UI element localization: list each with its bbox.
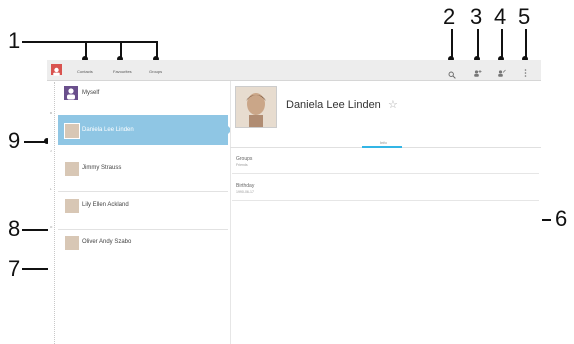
contact-row[interactable]: Oliver Andy Szabo xyxy=(58,228,228,264)
contact-avatar xyxy=(64,235,80,251)
index-letter-o: O xyxy=(50,225,53,229)
section-divider xyxy=(232,173,539,174)
tab-contacts[interactable]: Contacts xyxy=(77,69,93,74)
contacts-app-icon[interactable] xyxy=(51,64,62,76)
tab-indicator xyxy=(362,146,402,148)
contact-row-selected[interactable]: Daniela Lee Linden xyxy=(58,115,228,145)
favourite-star-icon[interactable]: ☆ xyxy=(388,98,398,111)
search-icon[interactable] xyxy=(448,66,456,79)
contact-row[interactable]: Jimmy Strauss xyxy=(58,152,228,188)
contact-detail-name: Daniela Lee Linden xyxy=(286,99,381,111)
index-letter-l: L xyxy=(50,187,52,191)
contact-name: Daniela Lee Linden xyxy=(82,127,134,133)
callout-number-4: 4 xyxy=(494,4,507,29)
callout-line-5 xyxy=(525,29,527,58)
index-letter-j: J xyxy=(50,149,52,153)
callout-number-1: 1 xyxy=(8,28,21,53)
callout-number-5: 5 xyxy=(518,4,531,29)
tab-favourites[interactable]: Favourites xyxy=(113,69,132,74)
contact-avatar xyxy=(64,123,80,139)
contact-name: Jimmy Strauss xyxy=(82,165,122,171)
callout-number-2: 2 xyxy=(443,4,456,29)
callout-number-7: 7 xyxy=(8,256,21,281)
contact-name: Oliver Andy Szabo xyxy=(82,239,132,245)
callout-line-3 xyxy=(477,29,479,58)
edit-contact-icon[interactable] xyxy=(497,65,506,77)
tab-groups[interactable]: Groups xyxy=(149,69,162,74)
birthday-value: 1990-06-17 xyxy=(236,190,254,194)
section-divider xyxy=(232,200,539,201)
contact-photo[interactable] xyxy=(235,86,277,128)
add-contact-icon[interactable] xyxy=(473,65,482,77)
callout-number-9: 9 xyxy=(8,128,21,153)
contact-name: Lily Ellen Ackland xyxy=(82,202,129,208)
groups-value: Friends xyxy=(236,163,248,167)
overflow-menu-icon[interactable] xyxy=(524,65,527,77)
contact-avatar xyxy=(64,198,80,214)
alphabet-index-strip[interactable] xyxy=(48,82,55,344)
contact-avatar xyxy=(64,161,80,177)
tab-info[interactable]: Info xyxy=(380,140,387,145)
callout-line-2 xyxy=(451,29,453,58)
callout-number-8: 8 xyxy=(8,216,21,241)
groups-label: Groups xyxy=(236,156,253,162)
index-letter-d: D xyxy=(50,111,53,115)
birthday-label: Birthday xyxy=(236,183,255,189)
action-bar: Contacts Favourites Groups xyxy=(47,60,541,81)
detail-tab-bar: Info xyxy=(230,135,541,148)
callout-line-1 xyxy=(22,41,157,43)
callout-line-9 xyxy=(24,141,46,143)
callout-number-3: 3 xyxy=(470,4,483,29)
callout-line-4 xyxy=(501,29,503,58)
contact-myself-row[interactable]: Myself xyxy=(58,80,228,110)
contact-row[interactable]: Lily Ellen Ackland xyxy=(58,192,228,228)
myself-label: Myself xyxy=(82,90,100,96)
myself-avatar xyxy=(64,86,78,100)
callout-number-6: 6 xyxy=(555,206,568,231)
